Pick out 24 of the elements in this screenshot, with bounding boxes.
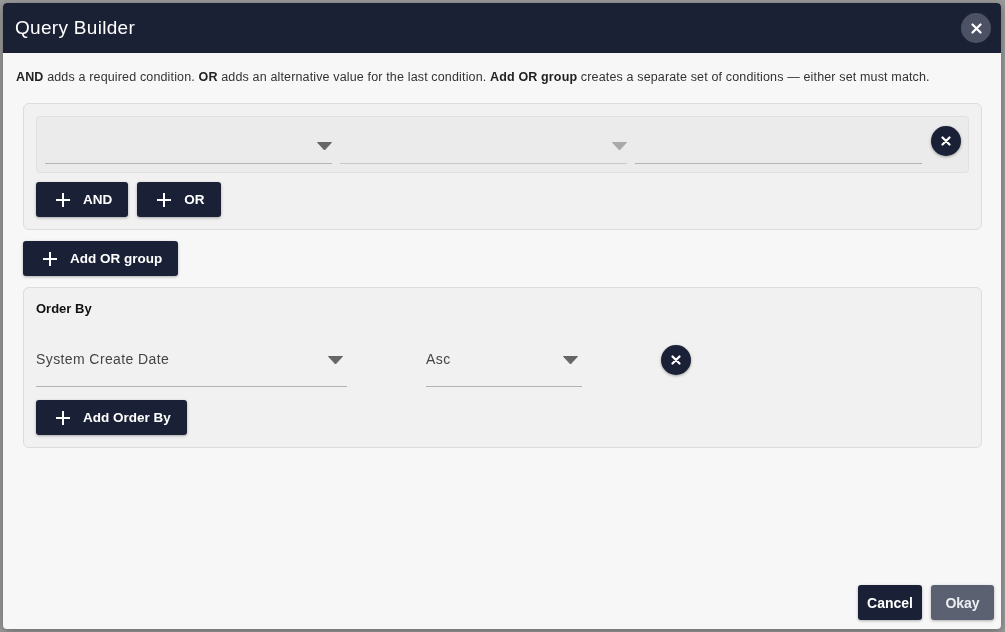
close-icon (671, 355, 681, 365)
section-title: Order By (36, 301, 93, 317)
caret-icon (612, 141, 627, 150)
dropdown[interactable]: System Create Date (36, 338, 347, 387)
plus-icon (56, 192, 70, 207)
caret-icon (317, 141, 332, 150)
caret-icon (328, 356, 343, 364)
add-order-button[interactable]: Add Order By (36, 400, 187, 435)
add-group-button[interactable]: Add OR group (23, 241, 179, 276)
caret-icon (563, 356, 578, 364)
close-icon (941, 135, 951, 146)
remove-button[interactable] (931, 125, 961, 156)
dropdown[interactable]: Asc (426, 338, 582, 387)
plus-icon (43, 251, 57, 266)
add-condition-button[interactable]: OR (137, 182, 221, 217)
help-text: AND adds a required condition. OR adds an alternative value for the last condition. Add OR group creates a separate set of conditions — either set must match. (16, 69, 931, 85)
close-button[interactable] (961, 13, 991, 43)
plus-icon (157, 192, 172, 207)
plus-icon (56, 410, 70, 425)
close-icon (970, 22, 982, 34)
remove-button[interactable] (661, 345, 691, 375)
add-condition-button[interactable]: AND (36, 182, 129, 217)
cancel-button[interactable]: Cancel (858, 585, 922, 620)
dialog-title: Query Builder (15, 17, 136, 39)
